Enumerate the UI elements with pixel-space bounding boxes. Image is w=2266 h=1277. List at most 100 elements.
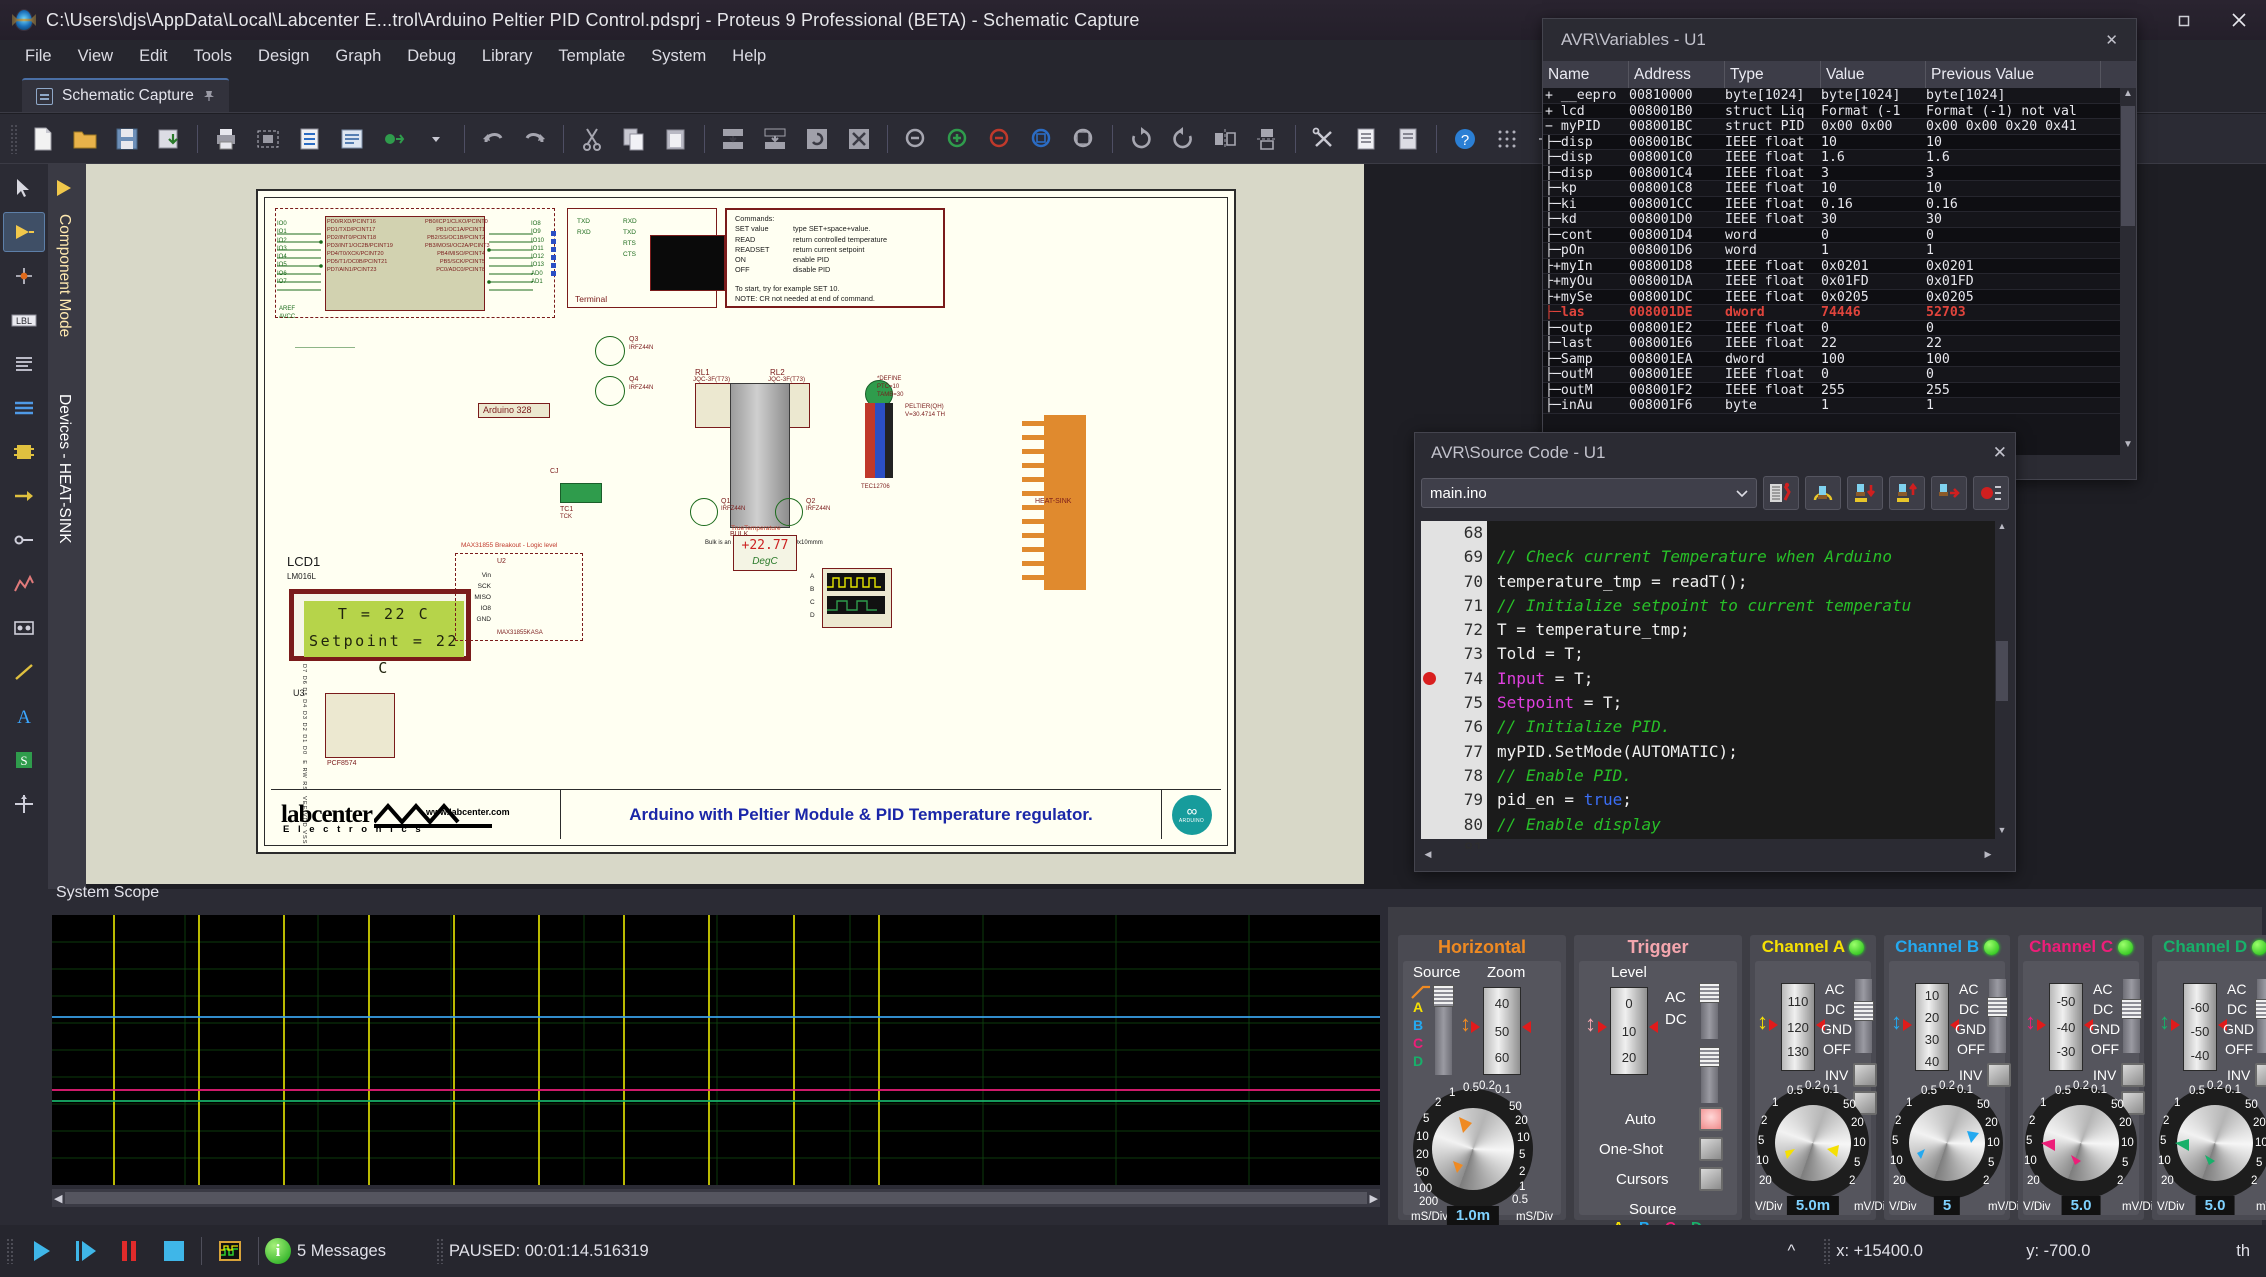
source-c-label[interactable]: C bbox=[1413, 1035, 1423, 1051]
variables-scrollbar[interactable]: ▲ ▼ bbox=[2120, 88, 2136, 455]
timebase-knob[interactable]: 1 0.5 0.2 0.1 2 5 10 20 50 100 200 50 20… bbox=[1411, 1080, 1553, 1225]
subcircuit-icon[interactable] bbox=[3, 432, 45, 472]
dropdown-arrow-icon[interactable] bbox=[417, 120, 455, 158]
wire-label-icon[interactable]: LBL bbox=[3, 300, 45, 340]
trigger-oneshot-button[interactable] bbox=[1699, 1137, 1723, 1161]
menu-edit[interactable]: Edit bbox=[126, 43, 180, 70]
horizontal-updown-icon[interactable]: ↕ bbox=[1460, 1013, 1471, 1035]
code-line[interactable]: Setpoint = T; bbox=[1487, 691, 2009, 715]
trigger-auto-label[interactable]: Auto bbox=[1625, 1111, 1656, 1128]
code-line[interactable]: // Initialize setpoint to current temper… bbox=[1487, 594, 2009, 618]
code-lines[interactable]: // Check current Temperature when Arduin… bbox=[1487, 521, 2009, 839]
scope-graph[interactable] bbox=[52, 915, 1380, 1185]
channel-a-off[interactable]: OFF bbox=[1823, 1041, 1851, 1057]
restore-button[interactable] bbox=[2158, 0, 2212, 40]
scope-scroll-left-icon[interactable]: ◀ bbox=[54, 1192, 62, 1205]
undo-zoom-icon[interactable] bbox=[897, 120, 935, 158]
clipboard-list-icon[interactable] bbox=[1347, 120, 1385, 158]
print-icon[interactable] bbox=[207, 120, 245, 158]
variables-row[interactable]: ├─disp 008001C4 IEEE float 3 3 bbox=[1543, 165, 2120, 181]
help-icon[interactable]: ? bbox=[1446, 120, 1484, 158]
source-scroll-down-icon[interactable]: ▼ bbox=[1995, 825, 2009, 839]
tape-recorder-icon[interactable] bbox=[3, 608, 45, 648]
source-scroll-right-icon[interactable]: ▶ bbox=[1981, 849, 1995, 863]
toolbar-grip[interactable] bbox=[10, 123, 18, 154]
status-grip-3[interactable] bbox=[1823, 1238, 1831, 1264]
source-code-window[interactable]: AVR\Source Code - U1 ✕ main.ino 68 69 70 71… bbox=[1414, 432, 2016, 872]
source-close-button[interactable]: ✕ bbox=[1993, 443, 2007, 463]
channel-c-coupling-slider[interactable] bbox=[2121, 979, 2142, 1053]
menu-file[interactable]: File bbox=[12, 43, 65, 70]
trigger-mode-slider[interactable] bbox=[1699, 1047, 1720, 1103]
menu-template[interactable]: Template bbox=[545, 43, 638, 70]
block-copy-icon[interactable] bbox=[714, 120, 752, 158]
channel-c-led-icon[interactable] bbox=[2117, 940, 2133, 956]
channel-d-ac[interactable]: AC bbox=[2227, 981, 2246, 997]
channel-b-inv-label[interactable]: INV bbox=[1959, 1067, 1982, 1083]
variables-row[interactable]: ├+myOu 008001DA IEEE float 0x01FD 0x01FD bbox=[1543, 274, 2120, 290]
source-a-label[interactable]: A bbox=[1413, 999, 1423, 1015]
zoom-area-icon[interactable] bbox=[1023, 120, 1061, 158]
channel-b-ruler[interactable]: 10 20 30 40 bbox=[1915, 983, 1949, 1071]
q2-symbol[interactable] bbox=[775, 498, 803, 526]
system-scope-panel[interactable]: System Scope ◀ ▶ Horizontal Source Zoom … bbox=[48, 884, 2266, 1251]
close-button[interactable] bbox=[2212, 0, 2266, 40]
channel-c-dc[interactable]: DC bbox=[2093, 1001, 2113, 1017]
q1-symbol[interactable] bbox=[690, 498, 718, 526]
source-d-label[interactable]: D bbox=[1413, 1053, 1423, 1069]
variables-row[interactable]: ├─disp 008001C0 IEEE float 1.6 1.6 bbox=[1543, 150, 2120, 166]
menu-design[interactable]: Design bbox=[245, 43, 322, 70]
copy-icon[interactable] bbox=[615, 120, 653, 158]
code-line[interactable]: // Enable display bbox=[1487, 813, 2009, 837]
trigger-updown-icon[interactable]: ↕ bbox=[1585, 1013, 1596, 1035]
text-script-icon[interactable] bbox=[3, 344, 45, 384]
pause-icon[interactable] bbox=[107, 1229, 151, 1273]
mirror-y-icon[interactable] bbox=[1248, 120, 1286, 158]
zoom-all-icon[interactable] bbox=[1065, 120, 1103, 158]
trigger-coupling-slider[interactable] bbox=[1699, 983, 1720, 1039]
channel-a-led-icon[interactable] bbox=[1849, 940, 1865, 956]
play-icon[interactable] bbox=[19, 1229, 63, 1273]
status-grip-2[interactable] bbox=[435, 1238, 443, 1264]
channel-d-off[interactable]: OFF bbox=[2225, 1041, 2253, 1057]
channel-d-dc[interactable]: DC bbox=[2227, 1001, 2247, 1017]
line-number[interactable]: 79 bbox=[1421, 788, 1483, 812]
cut-icon[interactable] bbox=[573, 120, 611, 158]
status-grip[interactable] bbox=[6, 1238, 13, 1264]
channel-d-updown-icon[interactable]: ↕ bbox=[2159, 1011, 2170, 1033]
line-number[interactable]: 69 bbox=[1421, 545, 1483, 569]
variables-table-body[interactable]: + __eepro 00810000 byte[1024] byte[1024] byt… bbox=[1543, 88, 2120, 455]
variables-row[interactable]: − myPID 008001BC struct PID 0x00 0x00 0x00 0… bbox=[1543, 119, 2120, 135]
variables-row[interactable]: ├─outp 008001E2 IEEE float 0 0 bbox=[1543, 320, 2120, 336]
step-into-icon[interactable] bbox=[1847, 476, 1883, 510]
col-value[interactable]: Value bbox=[1821, 61, 1926, 88]
undo-icon[interactable] bbox=[474, 120, 512, 158]
channel-c-inv-label[interactable]: INV bbox=[2093, 1067, 2116, 1083]
zoom-in-icon[interactable] bbox=[939, 120, 977, 158]
code-line[interactable]: lcd.begin(); bbox=[1487, 837, 2009, 840]
line-number[interactable]: 71 bbox=[1421, 594, 1483, 618]
paste-icon[interactable] bbox=[657, 120, 695, 158]
variables-row[interactable]: ├─outM 008001F2 IEEE float 255 255 bbox=[1543, 382, 2120, 398]
channel-d-coupling-slider[interactable] bbox=[2255, 979, 2266, 1053]
netlist-icon[interactable] bbox=[333, 120, 371, 158]
col-name[interactable]: Name bbox=[1543, 61, 1629, 88]
menu-graph[interactable]: Graph bbox=[322, 43, 394, 70]
block-move-icon[interactable] bbox=[756, 120, 794, 158]
text-tool-icon[interactable]: A bbox=[3, 696, 45, 736]
code-line[interactable]: temperature_tmp = readT(); bbox=[1487, 570, 2009, 594]
code-line[interactable]: T = temperature_tmp; bbox=[1487, 618, 2009, 642]
device-pin-icon[interactable] bbox=[3, 520, 45, 560]
terminal-mode-icon[interactable] bbox=[3, 476, 45, 516]
channel-c-knob[interactable]: 0.5 0.2 0.1 1 2 5 10 20 50 20 10 5 2 V/D… bbox=[2023, 1080, 2159, 1215]
variables-row[interactable]: ├─ki 008001CC IEEE float 0.16 0.16 bbox=[1543, 196, 2120, 212]
new-file-icon[interactable] bbox=[24, 120, 62, 158]
channel-b-gnd[interactable]: GND bbox=[1955, 1021, 1986, 1037]
channel-b-off[interactable]: OFF bbox=[1957, 1041, 1985, 1057]
channel-b-updown-icon[interactable]: ↕ bbox=[1891, 1011, 1902, 1033]
line-number[interactable]: 75 bbox=[1421, 691, 1483, 715]
trigger-oneshot-label[interactable]: One-Shot bbox=[1599, 1141, 1663, 1158]
line-number[interactable]: 76 bbox=[1421, 715, 1483, 739]
code-line[interactable]: Told = T; bbox=[1487, 642, 2009, 666]
code-editor[interactable]: 6869707172737475767778798081 // Check cu… bbox=[1421, 521, 2009, 858]
